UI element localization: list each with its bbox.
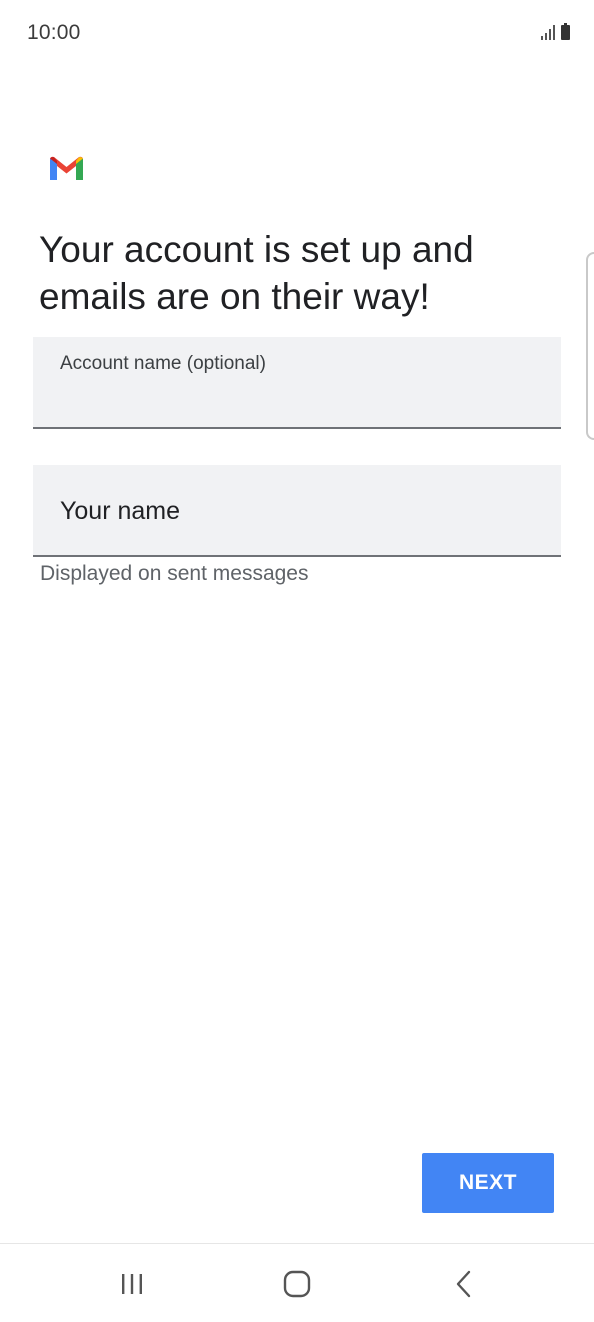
screen: 10:00 Your account is set up and emails … bbox=[0, 0, 594, 1322]
signal-icon bbox=[541, 24, 555, 40]
account-name-label: Account name (optional) bbox=[60, 353, 266, 374]
account-name-input[interactable] bbox=[60, 381, 530, 413]
gmail-logo-icon bbox=[50, 156, 83, 180]
back-button[interactable] bbox=[434, 1262, 494, 1306]
page-title: Your account is set up and emails are on… bbox=[39, 229, 474, 317]
home-button[interactable] bbox=[267, 1262, 327, 1306]
account-name-field[interactable]: Account name (optional) bbox=[33, 337, 561, 429]
status-icons bbox=[541, 23, 570, 40]
edge-panel-handle[interactable] bbox=[586, 252, 594, 440]
recents-icon bbox=[122, 1274, 142, 1294]
recents-button[interactable] bbox=[102, 1262, 162, 1306]
your-name-input[interactable] bbox=[60, 493, 530, 529]
your-name-field[interactable] bbox=[33, 465, 561, 557]
next-button[interactable]: NEXT bbox=[422, 1153, 554, 1213]
back-icon bbox=[456, 1270, 471, 1298]
home-icon bbox=[283, 1270, 311, 1298]
status-time: 10:00 bbox=[27, 21, 81, 44]
navigation-bar bbox=[0, 1243, 594, 1322]
battery-icon bbox=[561, 23, 570, 40]
your-name-helper-text: Displayed on sent messages bbox=[40, 562, 309, 585]
